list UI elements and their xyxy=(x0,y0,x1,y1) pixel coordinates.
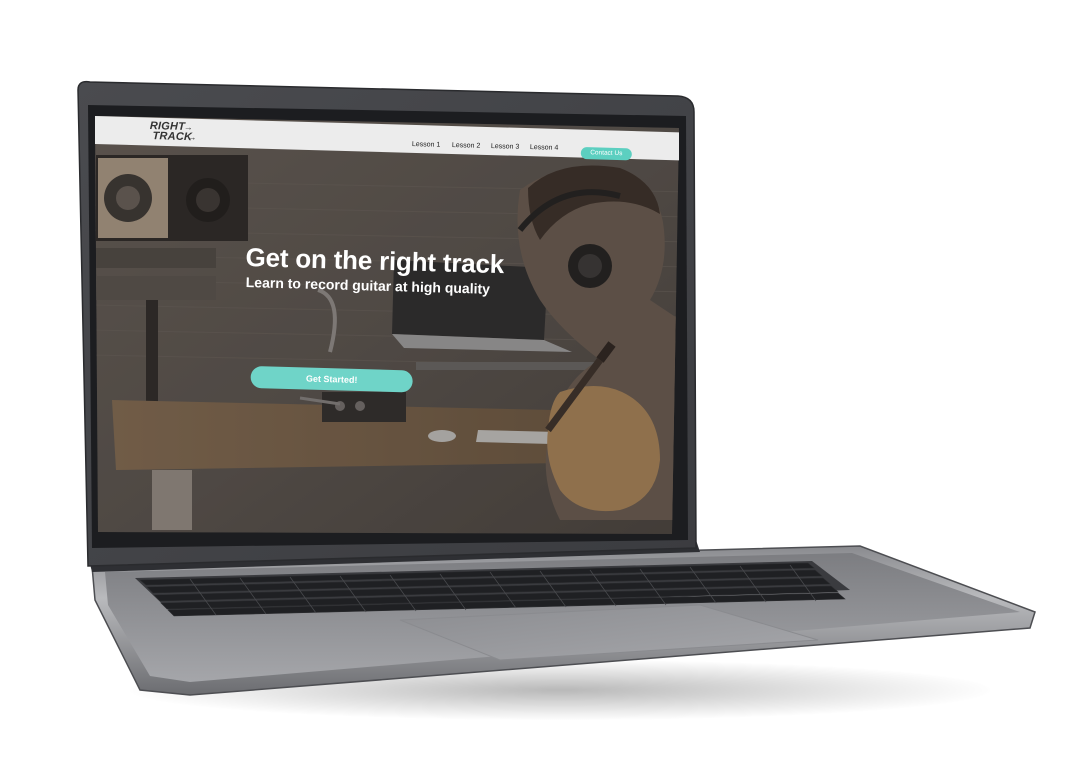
nav-lesson-2[interactable]: Lesson 2 xyxy=(452,142,481,150)
nav-lesson-3[interactable]: Lesson 3 xyxy=(491,143,520,151)
nav-lesson-4[interactable]: Lesson 4 xyxy=(530,144,559,152)
nav-lesson-1[interactable]: Lesson 1 xyxy=(412,141,441,149)
laptop-mockup: RIGHT → TRACK → Lesson 1 Lesson 2 Lesson… xyxy=(0,0,1080,768)
logo-text-line2: TRACK xyxy=(152,130,193,144)
get-started-button[interactable]: Get Started! xyxy=(250,366,413,393)
laptop-body xyxy=(77,80,1036,696)
arrow-right-icon: → xyxy=(187,132,197,143)
site-logo[interactable]: RIGHT → TRACK → xyxy=(149,120,212,145)
contact-us-button[interactable]: Contact Us xyxy=(580,147,632,161)
